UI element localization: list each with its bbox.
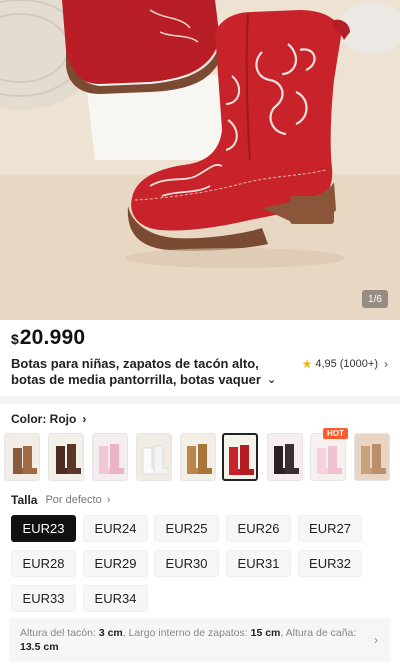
chevron-right-icon: › — [106, 494, 111, 506]
hot-badge: HOT — [323, 428, 348, 439]
inner-length-label: Largo interno de zapatos: — [128, 627, 248, 639]
size-default-link[interactable]: Por defecto — [45, 494, 101, 506]
size-option-eur29[interactable]: EUR29 — [83, 550, 148, 577]
price: $ 20.990 — [11, 326, 85, 350]
product-image[interactable]: 1/6 — [0, 0, 400, 320]
size-option-eur25[interactable]: EUR25 — [154, 515, 219, 542]
swatch-black-boots[interactable] — [267, 433, 303, 481]
product-title-line1: Botas para niñas, zapatos de tacón alto, — [11, 356, 259, 371]
size-selector-label[interactable]: Talla Por defecto › — [11, 493, 110, 507]
star-icon: ★ — [301, 357, 313, 371]
swatch-red-boots[interactable] — [222, 433, 258, 481]
chevron-down-icon[interactable]: ⌄ — [267, 372, 276, 388]
rating-count: (1000+) — [339, 358, 378, 370]
swatch-white-boots[interactable] — [136, 433, 172, 481]
shaft-height-label: Altura de caña: — [285, 627, 357, 639]
swatch-tan-boots[interactable] — [180, 433, 216, 481]
swatch-brown-boots[interactable] — [4, 433, 40, 481]
image-counter: 1/6 — [362, 290, 388, 308]
color-swatches — [4, 433, 400, 483]
swatch-beige-boots[interactable] — [354, 433, 390, 481]
size-option-eur28[interactable]: EUR28 — [11, 550, 76, 577]
color-selector-label[interactable]: Color: Rojo › — [11, 412, 86, 426]
size-option-eur30[interactable]: EUR30 — [154, 550, 219, 577]
size-option-eur34[interactable]: EUR34 — [83, 585, 148, 612]
size-option-eur27[interactable]: EUR27 — [298, 515, 362, 542]
size-measurements-info[interactable]: Altura del tacón: 3 cm, Largo interno de… — [9, 618, 390, 662]
size-option-eur32[interactable]: EUR32 — [298, 550, 362, 577]
size-option-eur24[interactable]: EUR24 — [83, 515, 148, 542]
rating-value: 4,95 — [315, 358, 337, 370]
size-label-text: Talla — [11, 493, 38, 507]
boots-photo — [0, 0, 400, 320]
size-option-eur33[interactable]: EUR33 — [11, 585, 76, 612]
swatch-pink-fur-boots[interactable] — [310, 433, 346, 481]
swatch-dark-brown-boots[interactable] — [48, 433, 84, 481]
chevron-right-icon: › — [374, 633, 378, 647]
chevron-right-icon: › — [82, 412, 87, 426]
heel-height-value: 3 cm — [98, 627, 123, 639]
chevron-right-icon: › — [384, 357, 388, 371]
price-value: 20.990 — [19, 326, 86, 349]
size-option-eur26[interactable]: EUR26 — [226, 515, 291, 542]
price-currency: $ — [11, 331, 19, 347]
product-title-line2: botas de media pantorrilla, botas vaquer — [11, 372, 261, 387]
rating[interactable]: ★ 4,95 (1000+) › — [302, 357, 388, 371]
inner-length-value: 15 cm — [250, 627, 281, 639]
shaft-height-value: 13.5 cm — [20, 641, 59, 653]
section-divider — [0, 396, 400, 404]
size-option-eur31[interactable]: EUR31 — [226, 550, 291, 577]
size-option-eur23[interactable]: EUR23 — [11, 515, 76, 542]
product-title[interactable]: Botas para niñas, zapatos de tacón alto,… — [11, 356, 286, 388]
color-label-text: Color: Rojo — [11, 412, 77, 426]
heel-height-label: Altura del tacón: — [20, 627, 96, 639]
swatch-pink-boots[interactable] — [92, 433, 128, 481]
